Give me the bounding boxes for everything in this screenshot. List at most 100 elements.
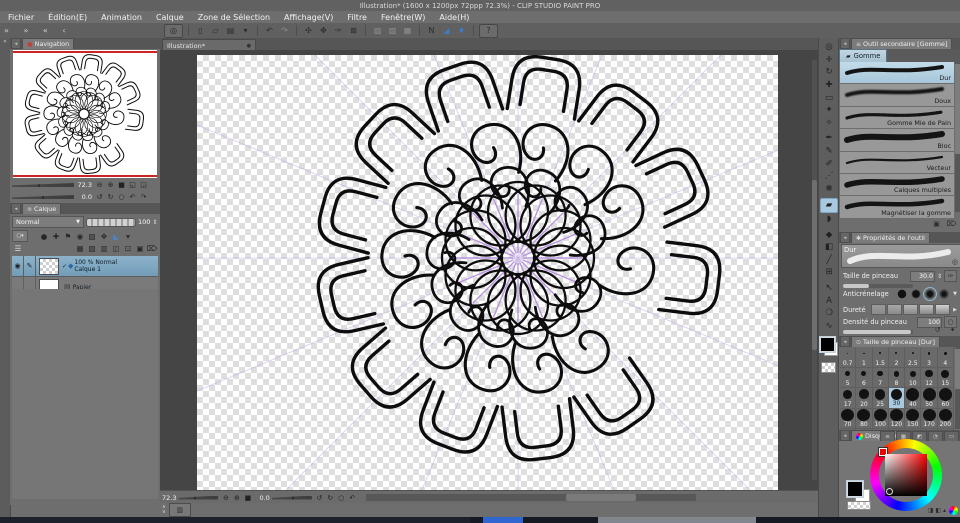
brush-size-stepper[interactable]: ⇕ <box>937 273 942 280</box>
brush-size-value[interactable]: 30.0 <box>909 270 935 282</box>
layer-visibility-icon[interactable]: ◉ <box>12 256 24 276</box>
chevron-right-icon[interactable]: ▶ <box>953 307 957 313</box>
deselect-button[interactable]: ✣ <box>302 25 315 37</box>
color-mode-icons[interactable]: ◨ ◧ ▴ <box>928 507 946 514</box>
canvas-vertical-scrollbar[interactable] <box>812 60 817 480</box>
transparent-color-swatch[interactable] <box>821 362 836 374</box>
brush-size-5[interactable]: 5 <box>840 367 857 388</box>
brush-size-2[interactable]: 2 <box>888 347 906 368</box>
transparent-color-swatch[interactable] <box>847 501 871 510</box>
status-rotation-handle[interactable] <box>291 495 294 500</box>
airbrush-tool[interactable]: ⋰ <box>821 170 837 183</box>
brush-size-100[interactable]: 100 <box>872 408 889 429</box>
collapse-panel-icon[interactable]: ◂ <box>11 38 21 49</box>
antialias-strong[interactable] <box>939 289 950 299</box>
layer-edit-icon[interactable]: ✎ <box>24 256 36 276</box>
chevron-down-icon[interactable]: ▼ <box>953 291 957 297</box>
subtool-item-dur[interactable]: Dur <box>840 62 954 85</box>
tab-layers[interactable]: ≋ Calque <box>22 203 62 214</box>
zoom-out-icon[interactable]: ⊖ <box>220 493 231 503</box>
menu-fentrew[interactable]: Fenêtre(W) <box>381 13 425 22</box>
brush-size-25[interactable]: 25 <box>872 388 889 409</box>
size-scrollbar[interactable] <box>955 347 960 429</box>
status-zoom-slider[interactable] <box>178 495 219 500</box>
correction-tool[interactable]: ∿ <box>821 319 837 332</box>
brush-size-50[interactable]: 50 <box>921 388 938 409</box>
brush-size-slider[interactable] <box>843 284 913 288</box>
subtool-scroll-thumb[interactable] <box>955 64 960 154</box>
hardness-level-2[interactable] <box>887 304 903 315</box>
menu-zonedeslection[interactable]: Zone de Sélection <box>198 13 270 22</box>
foreground-color-swatch[interactable] <box>846 480 864 498</box>
gradient-tool[interactable]: ◧ <box>821 241 837 254</box>
color-mixing-ball-icon[interactable] <box>949 506 958 515</box>
horizontal-scroll-thumb[interactable] <box>565 494 636 501</box>
zoom-slider[interactable] <box>12 183 74 187</box>
brush-size-30[interactable]: 30 <box>888 388 906 409</box>
new-raster-layer-icon[interactable]: ▦ <box>74 243 86 254</box>
subtool-scrollbar[interactable] <box>955 62 960 212</box>
material-palette-button[interactable]: ▥ <box>168 503 191 517</box>
help-button[interactable]: ? <box>479 23 498 38</box>
decoration-tool[interactable]: ❋ <box>821 183 837 196</box>
close-icon[interactable]: ● <box>247 43 251 49</box>
zoom-100-icon[interactable]: ■ <box>242 493 253 503</box>
text-tool[interactable]: A <box>821 294 837 307</box>
collapse-panel-icon[interactable]: ◂ <box>840 38 850 49</box>
subtool-item-magnétiser-la-gomme[interactable]: Magnétiser la gomme <box>840 196 954 219</box>
navigation-thumbnail[interactable] <box>13 50 157 178</box>
reset-rotation-icon[interactable]: ○ <box>336 493 347 503</box>
hardness-level-4[interactable] <box>919 304 935 315</box>
canvas-horizontal-scrollbar[interactable] <box>365 494 696 501</box>
zoom-in-icon[interactable]: ⊕ <box>231 493 242 503</box>
density-slider[interactable] <box>843 330 913 334</box>
layer-mask-icon[interactable]: ▣ <box>134 243 146 254</box>
move-layer-tool[interactable]: ✚ <box>821 79 837 92</box>
pencil-tool[interactable]: ✎ <box>821 145 837 158</box>
save-menu-button[interactable]: ▾ <box>239 25 252 37</box>
zoom-100-icon[interactable]: ■ <box>116 180 127 190</box>
hardness-level-5[interactable] <box>935 304 951 315</box>
subtool-item-calques-multiples[interactable]: Calques multiples <box>840 173 954 197</box>
magnifier-icon[interactable]: ◎ <box>952 258 958 266</box>
menu-fichier[interactable]: Fichier <box>8 13 34 22</box>
saturation-value-square[interactable] <box>885 454 927 496</box>
new-subtool-icon[interactable]: ▣ <box>931 219 942 229</box>
lock-layer-icon[interactable]: ◉ <box>74 231 86 242</box>
tab-brush-size[interactable]: ⊙ Taille de pinceau [Dur] <box>851 336 941 347</box>
menu-affichagev[interactable]: Affichage(V) <box>284 13 333 22</box>
reset-tool-icon[interactable]: ↺ <box>932 325 943 335</box>
canvas-viewport[interactable] <box>160 50 818 490</box>
blend-mode-select[interactable]: Normal ▼ <box>12 216 84 228</box>
size-scroll-thumb[interactable] <box>955 349 960 389</box>
fit-window-icon[interactable]: ◱ <box>127 180 138 190</box>
brush-size-4[interactable]: 4 <box>937 347 954 368</box>
zoom-slider-handle[interactable] <box>38 183 40 187</box>
hardness-level-1[interactable] <box>871 304 887 315</box>
new-vector-layer-icon[interactable]: ▧ <box>86 243 98 254</box>
blend-extra-icon[interactable]: ● <box>38 231 50 242</box>
delete-subtool-icon[interactable]: ⌦ <box>946 219 957 229</box>
selection-tool[interactable]: ▭ <box>821 91 837 104</box>
frame-tool[interactable]: ⊞ <box>821 266 837 279</box>
brush-size-200[interactable]: 200 <box>937 408 954 429</box>
antialias-weak[interactable] <box>911 289 922 299</box>
delete-layer-icon[interactable]: ⌦ <box>146 243 158 254</box>
brush-size-15[interactable]: 15 <box>937 367 954 388</box>
tab-tool-properties[interactable]: ✱ Propriétés de l'outil <box>851 232 930 243</box>
flip-horizontal-icon[interactable]: ↶ <box>347 493 358 503</box>
lock-alpha-icon[interactable]: ▨ <box>86 231 98 242</box>
layer-menu-icon[interactable]: ☰ <box>12 243 24 254</box>
flip-horizontal-icon[interactable]: ↶ <box>127 192 138 202</box>
foreground-color-swatch[interactable] <box>819 336 836 354</box>
rotation-slider-handle[interactable] <box>42 195 44 199</box>
fit-screen-icon[interactable]: ◲ <box>138 180 149 190</box>
register-tool-icon[interactable]: ✦ <box>947 325 958 335</box>
eyedropper-tool[interactable]: ✧ <box>821 117 837 130</box>
menu-calque[interactable]: Calque <box>156 13 184 22</box>
hardness-level-3[interactable] <box>903 304 919 315</box>
pen-pressure-icon[interactable]: ✑ <box>944 270 957 282</box>
layer-filter-select[interactable]: ▢▾ <box>12 230 28 242</box>
menu-filtre[interactable]: Filtre <box>347 13 367 22</box>
opacity-stepper[interactable]: ⇕ <box>152 219 157 226</box>
